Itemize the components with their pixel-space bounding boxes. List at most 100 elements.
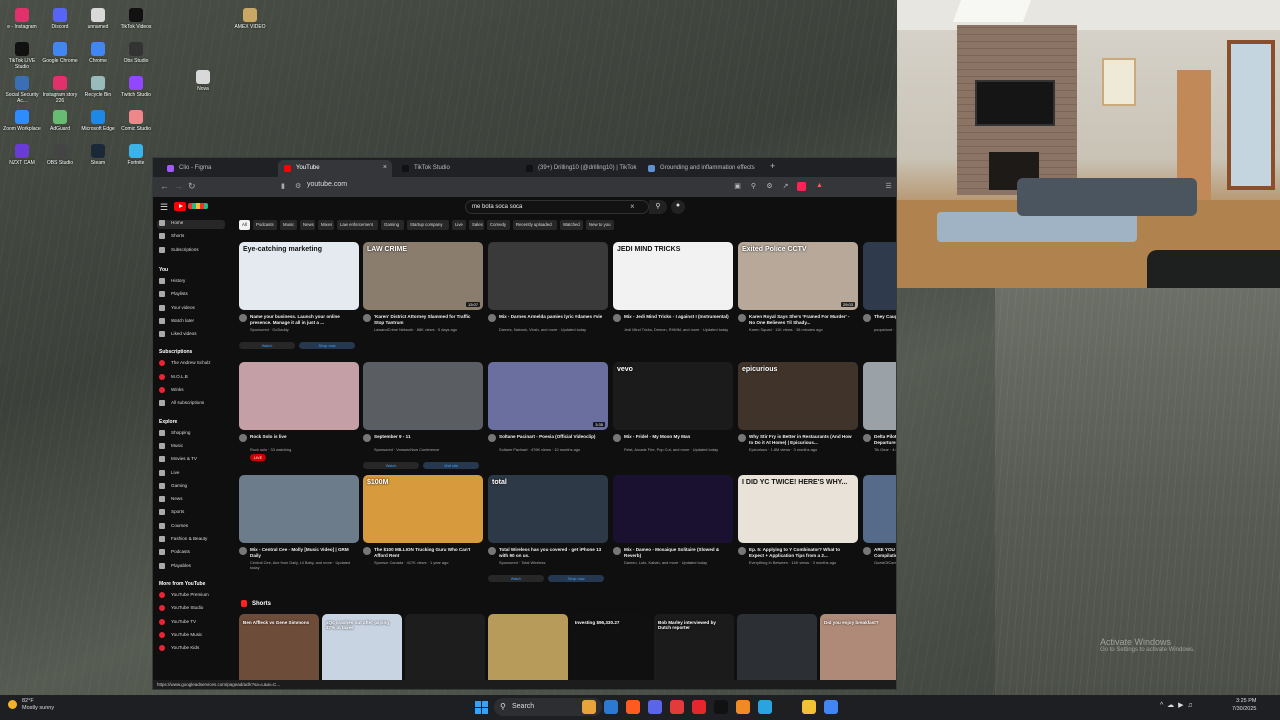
video-card[interactable]: They Caught Him poopshoot · 11 hours ago: [863, 242, 896, 332]
video-title[interactable]: 'Karen' District Attorney Slammed for Tr…: [374, 314, 480, 325]
video-title[interactable]: Mix - Darnes Armelda pamies lyric #dames…: [499, 314, 605, 320]
channel-avatar[interactable]: [488, 434, 496, 442]
clear-search-icon[interactable]: ×: [630, 202, 635, 211]
video-title[interactable]: Soltane Pacinart - Poesia (Official Vide…: [499, 434, 605, 440]
video-card[interactable]: 15:24 Delta Pilot Arrested 20 Minutes Bef…: [863, 362, 896, 452]
video-title[interactable]: Name your business. Launch your online p…: [250, 314, 356, 325]
sidebar-item[interactable]: YouTube Music: [159, 631, 202, 641]
video-thumbnail[interactable]: [239, 475, 359, 543]
desktop-icon[interactable]: OBS Studio: [40, 144, 80, 166]
search-box[interactable]: me bota soca soca ×: [465, 200, 649, 214]
taskbar-app-icon[interactable]: [714, 700, 728, 714]
sidebar-item[interactable]: Movies & TV: [159, 456, 197, 465]
taskbar-app-icon[interactable]: [758, 700, 772, 714]
channel-avatar[interactable]: [363, 434, 371, 442]
channel-avatar[interactable]: [239, 314, 247, 322]
sidebar-item[interactable]: Fashion & Beauty: [159, 536, 207, 545]
sidebar-item[interactable]: Shopping: [159, 429, 190, 439]
video-title[interactable]: ARE YOU SERIOUS?! - Norm Macdonald | Com…: [874, 547, 896, 558]
video-thumbnail[interactable]: [239, 362, 359, 430]
sidebar-item[interactable]: The Andrew Schulz: [159, 360, 211, 369]
weather-widget[interactable]: 82°F Mostly sunny: [8, 698, 54, 712]
taskbar-app-icon[interactable]: [824, 700, 838, 714]
video-thumbnail[interactable]: [363, 362, 483, 430]
desktop-file-nova[interactable]: Nova: [183, 70, 223, 92]
browser-tab[interactable]: Grounding and inflammation effects: [642, 160, 762, 177]
short-thumbnail[interactable]: [488, 614, 568, 689]
desktop-icon[interactable]: AdGuard: [40, 110, 80, 132]
hamburger-menu-icon[interactable]: ☰: [160, 202, 168, 213]
desktop-icon[interactable]: Social Security Ac...: [2, 76, 42, 104]
video-card[interactable]: 17:58 ARE YOU SERIOUS?! - Norm Macdonald …: [863, 475, 896, 565]
address-bar[interactable]: youtube.com: [307, 181, 347, 188]
video-card[interactable]: September 9 - 11 Sponsored · VorssenNow C…: [363, 362, 483, 469]
taskbar-app-icon[interactable]: [582, 700, 596, 714]
taskbar-app-icon[interactable]: [736, 700, 750, 714]
desktop-icon[interactable]: Obs Studio: [116, 42, 156, 64]
sidebar-item[interactable]: History: [159, 277, 185, 287]
browser-tab[interactable]: Clio - Figma: [161, 160, 275, 177]
start-button[interactable]: [475, 701, 488, 714]
desktop-icon[interactable]: Microsoft Edge: [78, 110, 118, 132]
video-card[interactable]: Rock Solo is live Rock solo · 33 watching…: [239, 362, 359, 461]
video-title[interactable]: Total Wireless has you covered - get iPh…: [499, 547, 605, 558]
extension-icon[interactable]: ⚙: [765, 182, 774, 191]
video-card[interactable]: Exited Police CCTV 29:03 Karen Royal Says …: [738, 242, 858, 332]
filter-chip[interactable]: Mixes: [318, 220, 334, 230]
video-title[interactable]: Rock Solo is live: [250, 434, 356, 440]
sidebar-item[interactable]: Sports: [159, 509, 184, 518]
clock[interactable]: 3:25 PM 7/30/2025: [1232, 697, 1256, 713]
video-title[interactable]: They Caught Him: [874, 314, 896, 320]
video-card[interactable]: Mix - Darnes Armelda pamies lyric #dames…: [488, 242, 608, 332]
sidebar-item[interactable]: YouTube Studio: [159, 605, 203, 614]
video-card[interactable]: JEDI MIND TRICKS Mix - Jedi Mind Tricks -…: [613, 242, 733, 332]
desktop-icon[interactable]: Chrome: [78, 42, 118, 64]
video-title[interactable]: September 9 - 11: [374, 434, 480, 440]
video-card[interactable]: epicurious Why Stir Fry is Better in Rest…: [738, 362, 858, 452]
share-icon[interactable]: ↗: [781, 182, 790, 191]
bookmark-icon[interactable]: ▮: [281, 182, 285, 190]
video-card[interactable]: Mix - Dameo - Mosaique Solitaire (Slowed…: [613, 475, 733, 565]
video-thumbnail[interactable]: epicurious: [738, 362, 858, 430]
filter-chip[interactable]: Podcasts: [253, 220, 277, 230]
filter-chip[interactable]: New to you: [586, 220, 614, 230]
sidebar-item[interactable]: Subscriptions: [159, 246, 199, 256]
video-title[interactable]: Why Stir Fry is Better in Restaurants (A…: [749, 434, 855, 445]
sidebar-item[interactable]: Home: [157, 220, 225, 229]
taskbar-app-icon[interactable]: [604, 700, 618, 714]
sidebar-item[interactable]: All subscriptions: [159, 400, 204, 409]
video-title[interactable]: Mix - Jedi Mind Tricks - I against I (In…: [624, 314, 730, 320]
filter-chip[interactable]: Law enforcement: [337, 220, 378, 230]
channel-avatar[interactable]: [363, 547, 371, 555]
desktop-icon[interactable]: Steam: [78, 144, 118, 166]
filter-chip[interactable]: Startup company: [407, 220, 449, 230]
sidebar-item[interactable]: Music: [159, 442, 183, 452]
video-thumbnail[interactable]: vevo: [613, 362, 733, 430]
sidebar-item[interactable]: News: [159, 496, 183, 505]
video-thumbnail[interactable]: Eye-catching marketing: [239, 242, 359, 310]
desktop-icon[interactable]: Twitch Studio: [116, 76, 156, 98]
video-card[interactable]: total Total Wireless has you covered - ge…: [488, 475, 608, 582]
desktop-icon[interactable]: Google Chrome: [40, 42, 80, 64]
video-thumbnail[interactable]: $100M: [363, 475, 483, 543]
sidebar-item[interactable]: Your videos: [159, 304, 195, 314]
channel-avatar[interactable]: [488, 314, 496, 322]
youtube-logo[interactable]: [174, 202, 208, 211]
taskbar-app-icon[interactable]: [670, 700, 684, 714]
video-card[interactable]: LAW CRIME 13:07 'Karen' District Attorney …: [363, 242, 483, 332]
video-thumbnail[interactable]: LAW CRIME 13:07: [363, 242, 483, 310]
taskbar-app-icon[interactable]: [780, 700, 794, 714]
video-title[interactable]: Mix - Fridel - My Moon My Man: [624, 434, 730, 440]
video-thumbnail[interactable]: [613, 475, 733, 543]
filter-chip[interactable]: All: [239, 220, 250, 230]
desktop-file-amex[interactable]: AMEX VIDEO: [225, 8, 275, 30]
channel-avatar[interactable]: [863, 314, 871, 322]
desktop-icon[interactable]: Comic Studio: [116, 110, 156, 132]
ad-action-button[interactable]: Shop now: [299, 342, 355, 349]
sidebar-item[interactable]: Winks: [159, 387, 184, 396]
short-thumbnail[interactable]: Investing $96,330.27: [571, 614, 651, 689]
close-tab-icon[interactable]: ×: [383, 164, 387, 171]
video-title[interactable]: The $100 MILLION Trucking Guru Who Can't…: [374, 547, 480, 558]
ad-watch-button[interactable]: Watch: [488, 575, 544, 582]
video-title[interactable]: Ep. 5: Applying to Y Combinator? What to…: [749, 547, 855, 558]
